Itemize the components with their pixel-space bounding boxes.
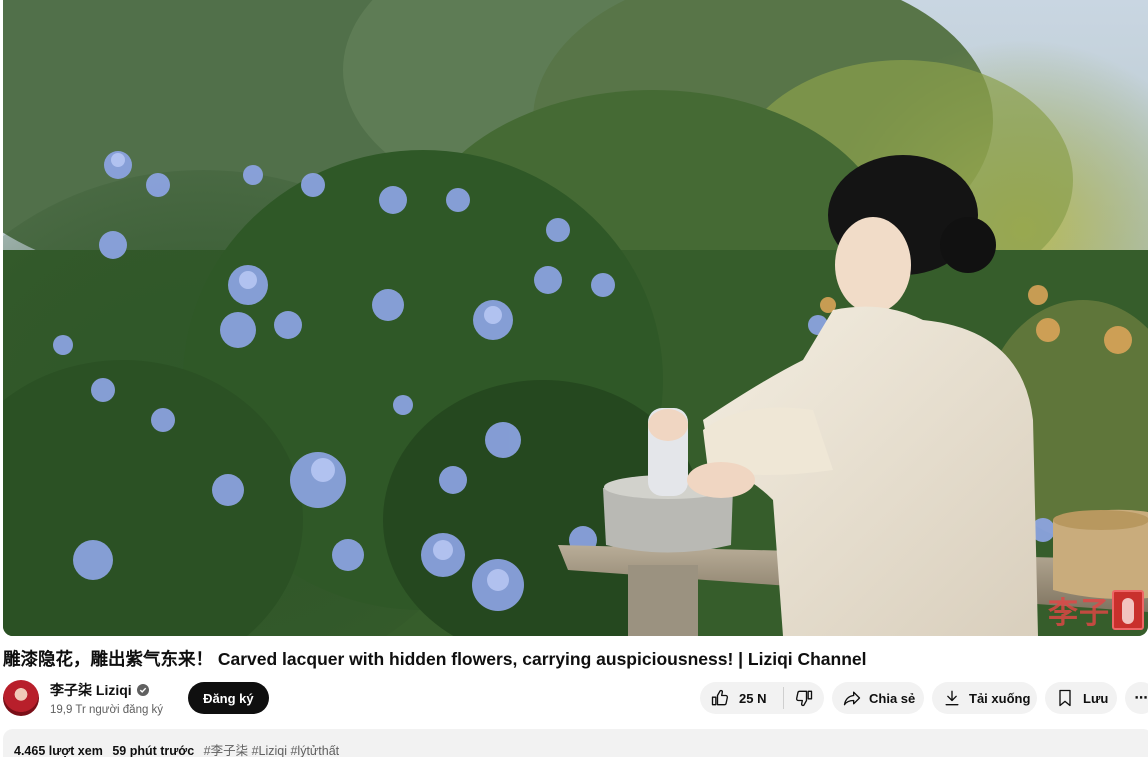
dislike-button[interactable] xyxy=(784,682,824,714)
channel-avatar[interactable] xyxy=(3,680,39,716)
video-frame-image xyxy=(3,0,1148,636)
like-button[interactable]: 25 N xyxy=(700,682,783,714)
more-dots-icon: ⋯ xyxy=(1134,690,1148,705)
thumbs-up-icon xyxy=(710,688,730,708)
upload-time: 59 phút trước xyxy=(112,744,195,757)
save-label: Lưu xyxy=(1083,690,1109,706)
hashtags[interactable]: #李子柒 #Liziqi #lýtửthất xyxy=(204,744,340,757)
video-owner: 李子柒 Liziqi 19,9 Tr người đăng ký Đăng ký xyxy=(3,679,269,717)
watermark-seal-logo xyxy=(1112,590,1144,630)
share-label: Chia sẻ xyxy=(869,690,916,706)
share-button[interactable]: Chia sẻ xyxy=(832,682,924,714)
like-count: 25 N xyxy=(739,690,767,706)
verified-check-icon xyxy=(136,684,149,696)
download-label: Tải xuống xyxy=(969,690,1031,706)
channel-watermark: 李子 xyxy=(1048,588,1144,632)
subscriber-count: 19,9 Tr người đăng ký xyxy=(50,704,164,716)
video-player[interactable]: 李子 xyxy=(3,0,1148,636)
more-actions-button[interactable]: ⋯ xyxy=(1125,682,1148,714)
subscribe-button[interactable]: Đăng ký xyxy=(188,682,269,714)
thumbs-down-icon xyxy=(794,688,814,708)
channel-name-row: 李子柒 Liziqi xyxy=(50,680,163,700)
share-arrow-icon xyxy=(842,688,862,708)
action-bar: 25 N Chia sẻ Tải xuống Lưu ⋯ xyxy=(700,682,1148,714)
download-icon xyxy=(942,688,962,708)
channel-name[interactable]: 李子柒 Liziqi xyxy=(50,680,132,700)
description-box[interactable]: 4.465 lượt xem 59 phút trước #李子柒 #Liziq… xyxy=(3,729,1148,757)
download-button[interactable]: Tải xuống xyxy=(932,682,1037,714)
save-button[interactable]: Lưu xyxy=(1045,682,1117,714)
like-dislike-group: 25 N xyxy=(700,682,824,714)
channel-info: 李子柒 Liziqi 19,9 Tr người đăng ký xyxy=(50,680,163,716)
bookmark-icon xyxy=(1055,688,1075,708)
video-title: 雕漆隐花，雕出紫气东来！ Carved lacquer with hidden … xyxy=(3,649,867,669)
view-count: 4.465 lượt xem xyxy=(14,744,103,757)
watermark-text: 李子 xyxy=(1048,596,1110,631)
